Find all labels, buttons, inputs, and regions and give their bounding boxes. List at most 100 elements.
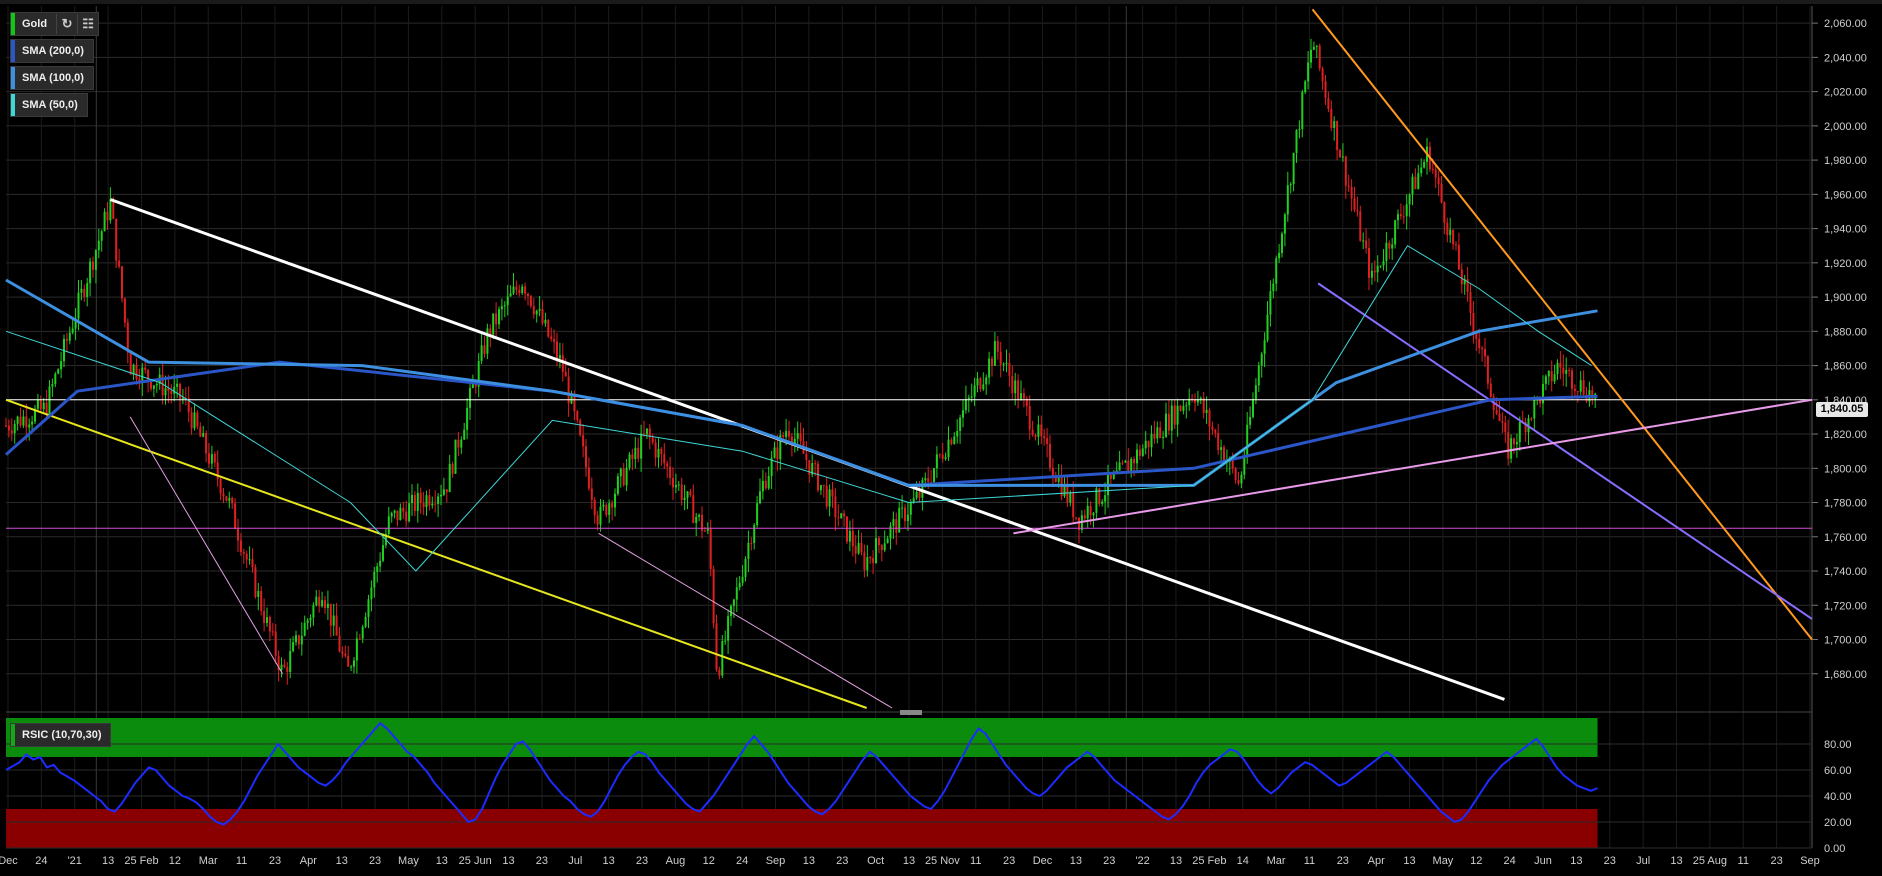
sma-100-legend[interactable]: SMA (100,0)	[10, 66, 94, 90]
candle-body	[1423, 162, 1426, 168]
candle-body	[358, 638, 361, 640]
candle-body	[1002, 363, 1005, 365]
candle-body	[1272, 283, 1275, 292]
candle-body	[1547, 370, 1550, 377]
candle-body	[329, 603, 332, 626]
candle-body	[431, 503, 434, 506]
x-tick-label: 25 Aug	[1693, 855, 1727, 867]
candle-body	[303, 623, 306, 636]
candle-body	[1211, 426, 1214, 430]
x-tick-label: 13	[1170, 855, 1182, 867]
candle-body	[1515, 442, 1518, 445]
candle-body	[1014, 380, 1017, 394]
candle-body	[89, 261, 92, 284]
candle-body	[1347, 185, 1350, 188]
x-tick-label: 13	[436, 855, 448, 867]
candle-body	[857, 542, 860, 554]
candle-body	[237, 528, 239, 541]
candle-body	[988, 358, 991, 378]
rsi-tick-label: 0.00	[1824, 843, 1845, 855]
y-tick-label: 1,820.00	[1824, 429, 1867, 441]
candle-body	[71, 328, 74, 333]
price-chart[interactable]: 2,060.00 2,040.00 2,020.00 2,000.00 1,980.00…	[0, 0, 1882, 876]
sma-50-legend[interactable]: SMA (50,0)	[10, 93, 88, 117]
candle-body	[295, 635, 297, 643]
candle-body	[909, 502, 912, 515]
instrument-legend[interactable]: Gold ↻ ☷	[10, 12, 100, 36]
candle-body	[851, 530, 854, 547]
x-tick-label: Mar	[199, 855, 218, 867]
rsi-legend[interactable]: RSIC (10,70,30)	[10, 723, 112, 747]
candle-body	[65, 338, 68, 341]
candle-body	[959, 417, 962, 431]
candle-body	[193, 412, 196, 429]
candle-body	[1460, 269, 1463, 285]
candle-body	[1159, 427, 1162, 439]
candle-body	[654, 442, 657, 458]
candle-body	[463, 429, 466, 440]
x-tick-label: 14	[1237, 855, 1249, 867]
candle-body	[405, 511, 408, 522]
sma-200-label: SMA (200,0)	[22, 45, 84, 57]
refresh-icon[interactable]: ↻	[56, 14, 77, 34]
chart-settings-icon[interactable]: ☷	[77, 14, 98, 34]
candle-body	[408, 503, 411, 522]
candle-body	[634, 447, 637, 460]
candle-body	[1437, 177, 1440, 184]
candle-body	[892, 519, 895, 526]
candle-body	[904, 507, 906, 522]
candle-body	[1199, 398, 1202, 400]
candle-body	[1072, 492, 1075, 518]
candle-body	[602, 504, 605, 507]
candle-body	[86, 283, 89, 297]
candle-body	[721, 641, 724, 676]
candle-body	[1507, 432, 1510, 459]
candle-body	[289, 651, 292, 673]
candle-body	[761, 480, 764, 492]
candle-body	[979, 378, 982, 390]
x-tick-label: 12	[1470, 855, 1482, 867]
candle-body	[492, 313, 495, 335]
candle-body	[1478, 338, 1481, 348]
candle-body	[686, 491, 689, 498]
candle-body	[1307, 62, 1310, 82]
candle-body	[1359, 211, 1362, 241]
candle-body	[956, 430, 959, 437]
candle-body	[1167, 413, 1170, 431]
candle-body	[854, 546, 857, 554]
candle-body	[880, 545, 883, 551]
candle-body	[732, 599, 735, 606]
y-tick-label: 1,860.00	[1824, 361, 1867, 373]
candle-body	[1495, 410, 1498, 414]
sma-200-legend[interactable]: SMA (200,0)	[10, 39, 94, 63]
candle-body	[544, 319, 547, 324]
y-tick-label: 1,880.00	[1824, 326, 1867, 338]
candle-body	[1136, 449, 1138, 464]
candle-body	[776, 447, 779, 460]
candle-body	[819, 485, 822, 491]
candle-body	[596, 515, 599, 525]
candle-body	[292, 642, 295, 652]
candle-body	[1008, 362, 1011, 376]
candle-body	[118, 260, 121, 267]
candle-body	[1315, 45, 1318, 47]
candle-body	[637, 447, 640, 459]
candle-body	[1405, 204, 1408, 217]
x-tick-label: Jul	[568, 855, 582, 867]
x-tick-label: '22	[1135, 855, 1149, 867]
candle-body	[944, 457, 947, 459]
candle-body	[576, 411, 579, 421]
yellow-downtrend	[5, 398, 868, 709]
candle-body	[28, 424, 31, 428]
candle-body	[1205, 409, 1208, 413]
candle-body	[947, 439, 950, 458]
candle-body	[353, 660, 355, 667]
candle-body	[1341, 156, 1344, 158]
candle-body	[640, 433, 643, 459]
candle-body	[509, 293, 512, 297]
candle-body	[260, 590, 263, 611]
candle-body	[483, 345, 486, 354]
candle-body	[22, 416, 25, 426]
candle-body	[1440, 183, 1443, 203]
candle-body	[309, 617, 312, 621]
